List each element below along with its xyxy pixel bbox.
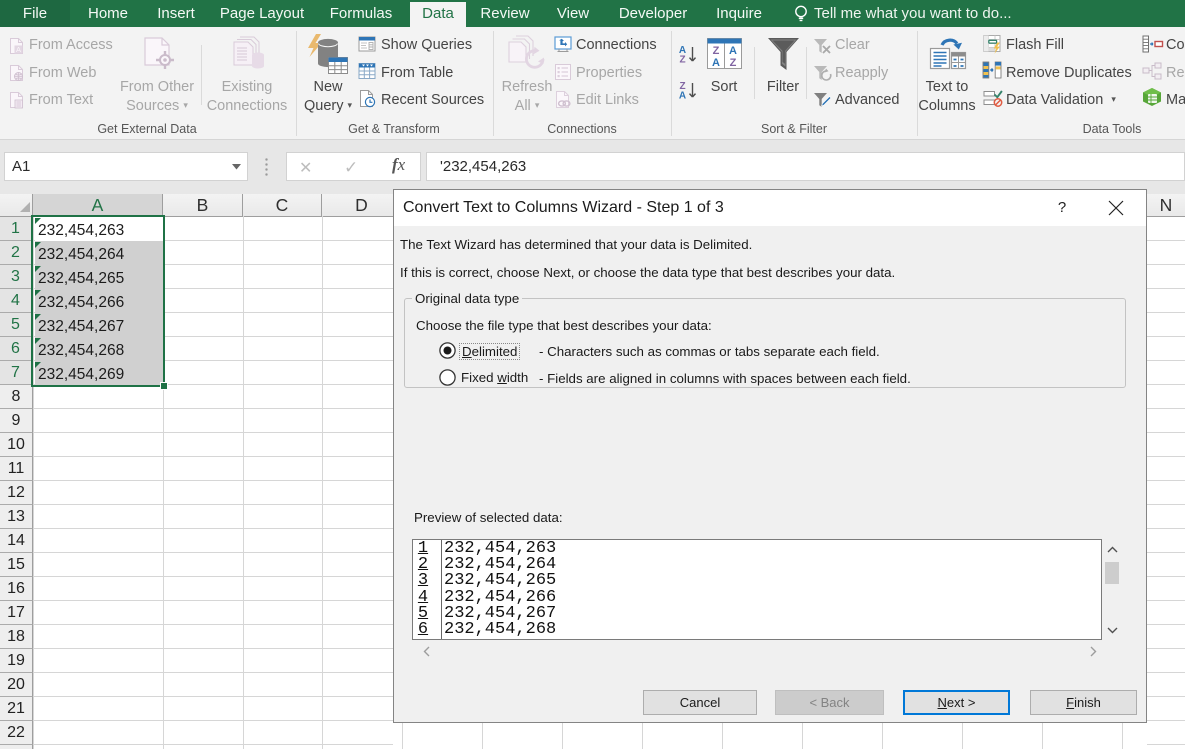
svg-text:Z: Z bbox=[713, 45, 720, 57]
svg-text:A: A bbox=[729, 45, 737, 57]
svg-text:A: A bbox=[16, 45, 21, 54]
svg-text:Z: Z bbox=[730, 57, 737, 69]
svg-text:A: A bbox=[712, 57, 720, 69]
svg-text:A: A bbox=[679, 91, 686, 101]
svg-text:Z: Z bbox=[679, 55, 685, 65]
